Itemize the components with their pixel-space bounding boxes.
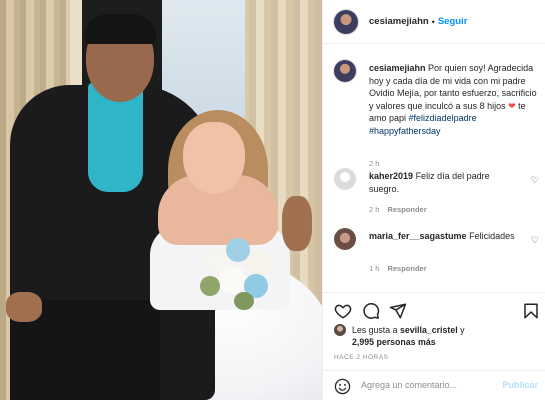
publish-button[interactable]: Publicar <box>502 380 538 390</box>
likes-text: Les gusta a sevilla_cristel y 2,995 pers… <box>352 324 465 348</box>
caption-time[interactable]: 2 h <box>369 159 379 168</box>
author-username[interactable]: cesiamejiahn <box>369 16 429 27</box>
paper-plane-icon[interactable] <box>389 302 407 320</box>
commenter-username[interactable]: maria_fer__sagastume <box>369 231 467 241</box>
post-photo[interactable] <box>0 0 322 400</box>
likes-prefix: Les gusta a <box>352 325 398 335</box>
heart-icon[interactable] <box>334 302 352 320</box>
post-sidebar: cesiamejiahn • Seguir cesiamejiahn Por q… <box>322 0 545 400</box>
woman-face <box>183 122 245 194</box>
comment-item: kaher2019 Feliz día del padre suegro. ♡ … <box>334 168 539 218</box>
comment-text: kaher2019 Feliz día del padre suegro. <box>369 170 521 195</box>
likes-connector: y <box>460 325 465 335</box>
comment-meta: 1 h Responder <box>369 264 427 273</box>
caption: cesiamejiahn Por quien soy! Agradecida h… <box>334 60 539 170</box>
caption-text: cesiamejiahn Por quien soy! Agradecida h… <box>369 62 539 138</box>
hashtag-link[interactable]: #happyfathersday <box>369 126 441 136</box>
man-hand-knee <box>6 292 42 322</box>
comment-icon[interactable] <box>362 302 380 320</box>
red-heart-emoji: ❤ <box>508 100 516 111</box>
commenter-avatar[interactable] <box>334 228 356 250</box>
action-bar <box>323 292 545 328</box>
header-separator: • <box>431 16 435 27</box>
comment-like-icon[interactable]: ♡ <box>531 235 539 246</box>
author-avatar[interactable] <box>334 9 358 34</box>
commenter-username[interactable]: kaher2019 <box>369 171 413 181</box>
comment-composer: Agrega un comentario... Publicar <box>323 370 545 400</box>
man-hair <box>84 14 156 44</box>
comments-area[interactable]: cesiamejiahn Por quien soy! Agradecida h… <box>323 44 545 292</box>
likes-count[interactable]: 2,995 personas más <box>352 337 436 347</box>
hashtag-link[interactable]: #felizdiadelpadre <box>409 113 477 123</box>
bookmark-icon[interactable] <box>522 302 540 320</box>
liker-avatar[interactable] <box>334 324 346 336</box>
comment-time[interactable]: 1 h <box>369 264 379 273</box>
post-header: cesiamejiahn • Seguir <box>323 0 545 44</box>
smiley-icon[interactable] <box>334 378 351 395</box>
caption-avatar[interactable] <box>334 60 356 82</box>
comment-text: maria_fer__sagastume Felicidades <box>369 230 521 243</box>
man-hand-shoulder <box>282 196 312 251</box>
caption-username[interactable]: cesiamejiahn <box>369 63 426 73</box>
post-timestamp[interactable]: HACE 2 HORAS <box>334 354 388 361</box>
comment-input[interactable]: Agrega un comentario... <box>361 380 457 390</box>
commenter-avatar[interactable] <box>334 168 356 190</box>
comment-time[interactable]: 2 h <box>369 205 379 214</box>
comment-like-icon[interactable]: ♡ <box>531 175 539 186</box>
follow-button[interactable]: Seguir <box>438 16 468 27</box>
liker-username[interactable]: sevilla_cristel <box>400 325 458 335</box>
likes-summary: Les gusta a sevilla_cristel y 2,995 pers… <box>334 324 539 350</box>
comment-body: Felicidades <box>469 231 515 241</box>
reply-button[interactable]: Responder <box>387 205 426 214</box>
comment-item: maria_fer__sagastume Felicidades ♡ 1 h Re… <box>334 228 539 278</box>
bouquet <box>194 230 282 315</box>
reply-button[interactable]: Responder <box>387 264 426 273</box>
comment-meta: 2 h Responder <box>369 205 427 214</box>
